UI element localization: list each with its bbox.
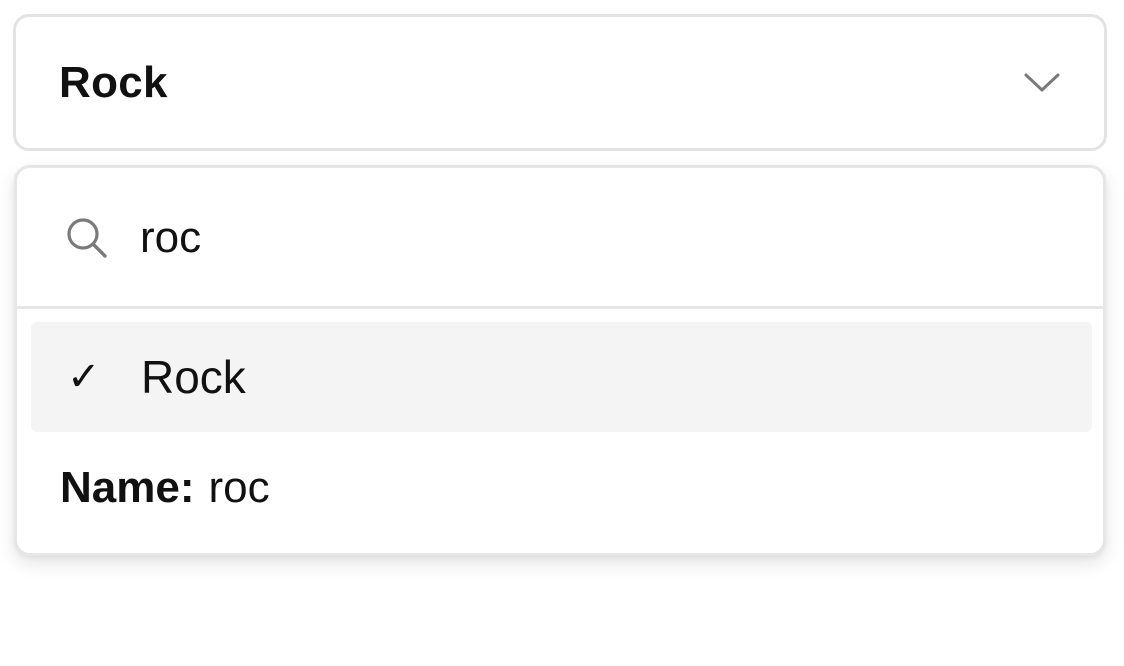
selected-value: Rock xyxy=(59,57,168,107)
search-icon xyxy=(64,215,110,261)
option-rock[interactable]: ✓ Rock xyxy=(31,322,1092,432)
checkmark-icon: ✓ xyxy=(67,355,101,399)
select-dropdown-popover: ✓ Rock Name: roc xyxy=(14,165,1106,556)
name-key: Name: xyxy=(60,463,195,512)
divider xyxy=(17,306,1103,309)
chevron-down-icon[interactable] xyxy=(1022,63,1062,103)
name-value: roc xyxy=(208,463,270,512)
option-label: Rock xyxy=(141,351,246,403)
create-name-hint[interactable]: Name: roc xyxy=(60,458,270,518)
search-input[interactable] xyxy=(140,213,940,263)
search-row xyxy=(17,168,1103,308)
genre-select-trigger[interactable]: Rock xyxy=(13,14,1107,151)
